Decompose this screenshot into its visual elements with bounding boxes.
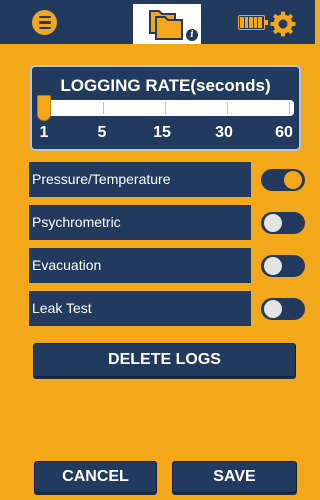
tick-label-5: 5 <box>97 124 107 141</box>
tick-label-1: 1 <box>39 124 49 141</box>
toggle-psychrometric[interactable] <box>261 212 305 234</box>
gear-icon[interactable] <box>269 10 297 38</box>
toggle-knob <box>264 257 282 275</box>
menu-button[interactable] <box>32 10 57 35</box>
slider-tick <box>165 102 166 114</box>
toggle-pressure-temperature[interactable] <box>261 169 305 191</box>
logging-rate-panel: LOGGING RATE(seconds) 1 5 15 30 60 <box>30 65 301 151</box>
info-icon[interactable]: i <box>186 29 198 41</box>
toggle-knob <box>264 300 282 318</box>
option-psychrometric: Psychrometric <box>29 205 251 240</box>
option-evacuation: Evacuation <box>29 248 251 283</box>
top-bar: i <box>0 0 315 44</box>
logging-rate-title: LOGGING RATE(seconds) <box>60 76 271 95</box>
battery-full-icon <box>238 15 268 30</box>
toggle-knob <box>264 214 282 232</box>
toggle-leak-test[interactable] <box>261 298 305 320</box>
logging-rate-slider-track[interactable] <box>42 100 294 116</box>
option-pressure-temperature: Pressure/Temperature <box>29 162 251 197</box>
hamburger-icon <box>38 15 51 19</box>
toggle-knob <box>284 171 302 189</box>
option-leak-test: Leak Test <box>29 291 251 326</box>
toggle-evacuation[interactable] <box>261 255 305 277</box>
slider-tick <box>227 102 228 114</box>
delete-logs-button[interactable]: DELETE LOGS <box>33 343 296 377</box>
slider-tick <box>103 102 104 114</box>
cancel-button[interactable]: CANCEL <box>34 461 157 493</box>
tick-label-60: 60 <box>275 124 293 141</box>
save-button[interactable]: SAVE <box>172 461 297 493</box>
slider-tick <box>289 102 290 114</box>
tick-label-30: 30 <box>215 124 233 141</box>
tick-label-15: 15 <box>153 124 171 141</box>
logging-rate-slider-thumb[interactable] <box>37 95 51 121</box>
